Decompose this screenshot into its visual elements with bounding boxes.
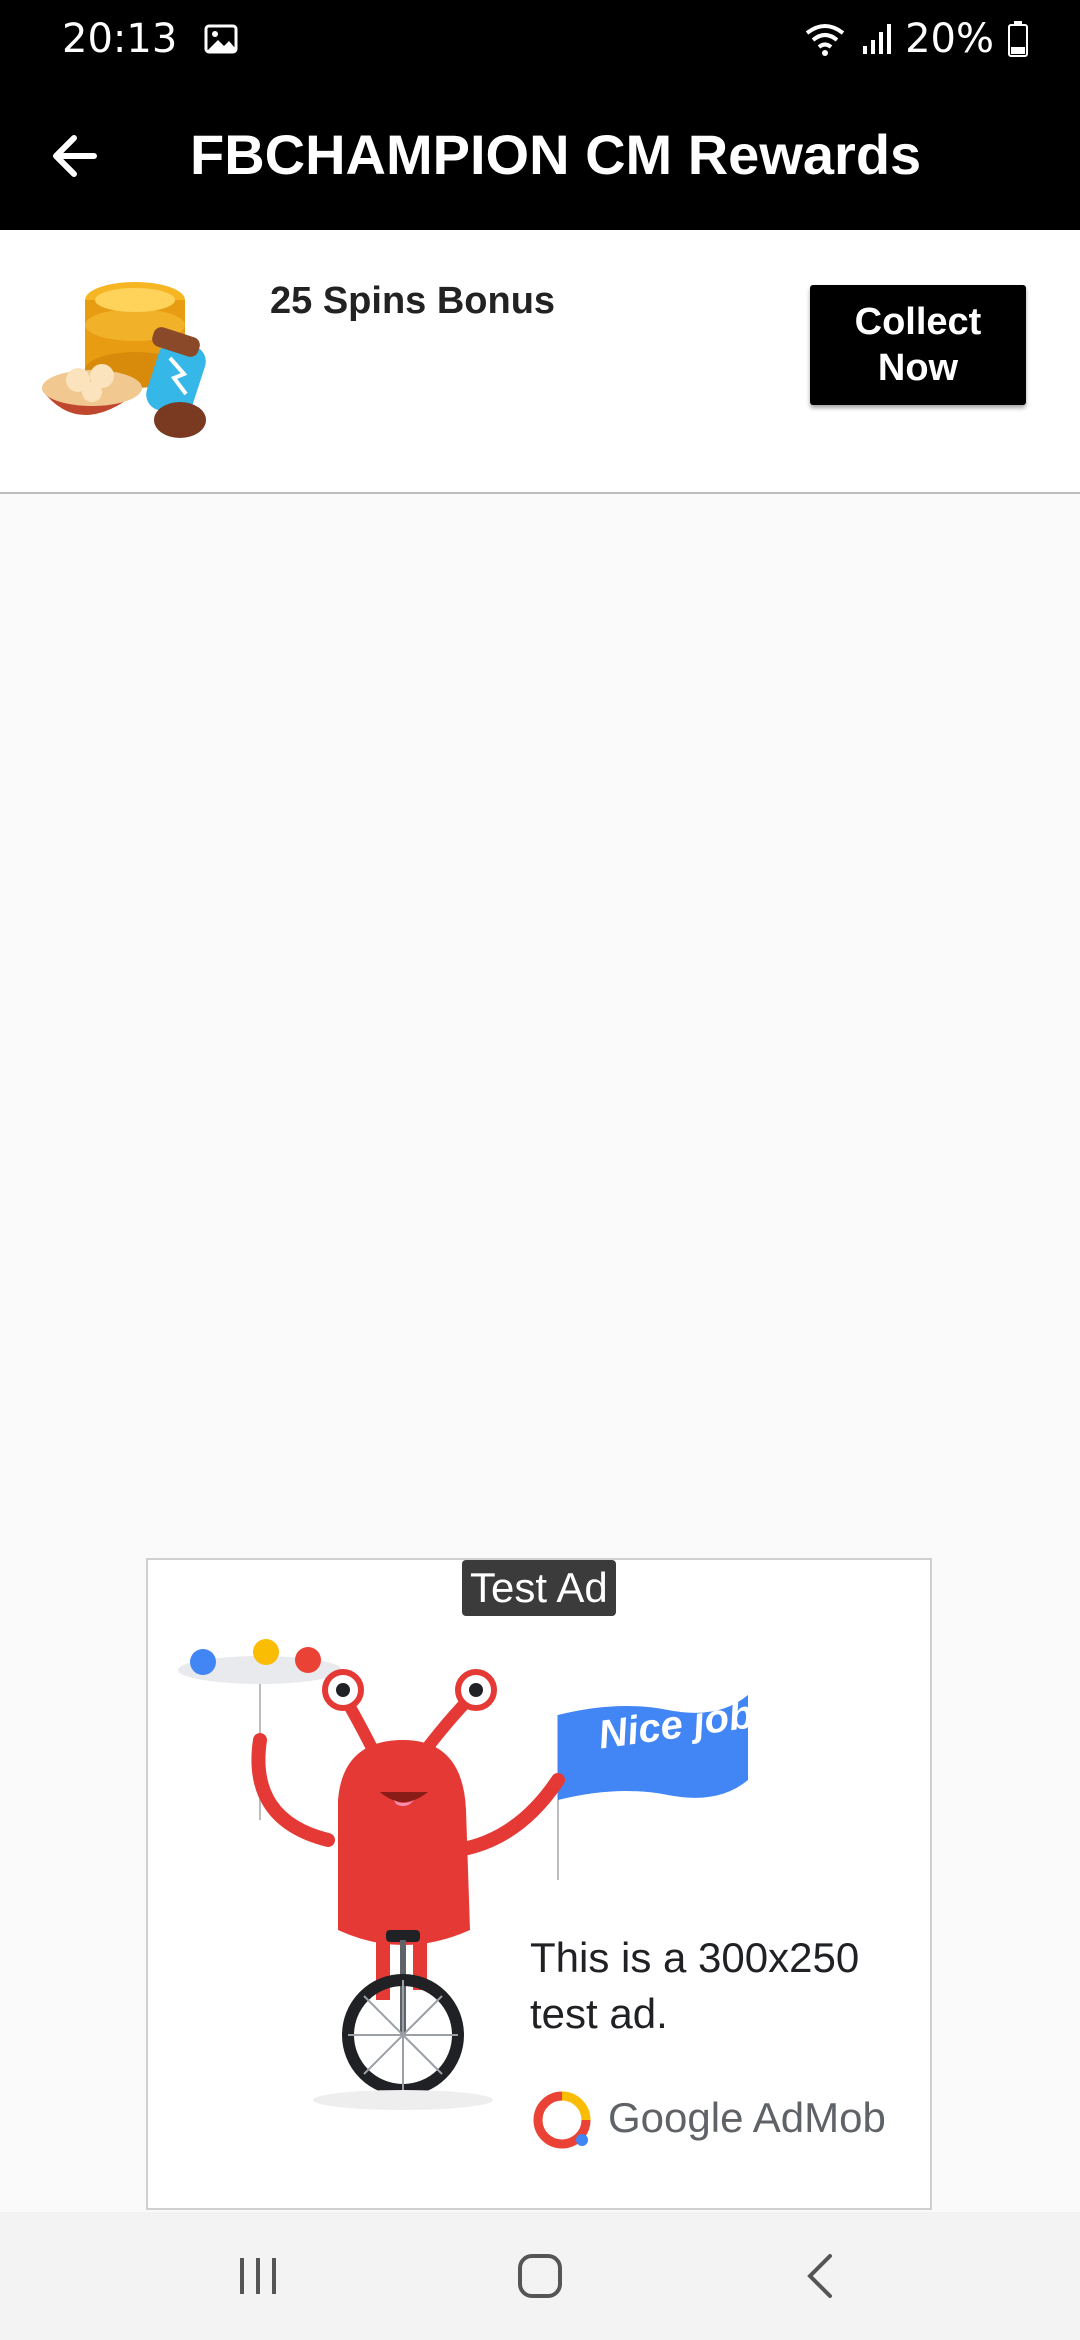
page-title: FBCHAMPION CM Rewards xyxy=(190,123,922,186)
gallery-icon xyxy=(204,24,238,54)
app-bar: FBCHAMPION CM Rewards xyxy=(0,84,1080,230)
wifi-icon xyxy=(805,24,845,56)
admob-logo-icon xyxy=(533,2091,591,2149)
back-nav-icon[interactable] xyxy=(790,2244,854,2308)
unicycle-monster-illustration xyxy=(178,1639,748,2110)
admob-brand: Google AdMob xyxy=(608,2094,886,2142)
system-nav-bar xyxy=(0,2212,1080,2340)
home-icon[interactable] xyxy=(508,2244,572,2308)
reward-title: 25 Spins Bonus xyxy=(270,280,556,322)
brand-admob: AdMob xyxy=(752,2094,886,2141)
status-time: 20:13 xyxy=(62,16,238,62)
collect-label-line1: Collect xyxy=(854,301,982,343)
status-right: 20% xyxy=(803,16,1028,62)
battery-icon xyxy=(1008,21,1028,57)
time-text: 20:13 xyxy=(62,16,178,62)
recents-icon[interactable] xyxy=(226,2244,290,2308)
brand-google: Google xyxy=(608,2094,744,2141)
reward-list-item: 25 Spins Bonus Collect Now xyxy=(0,230,1080,494)
ad-description: This is a 300x250 test ad. xyxy=(530,1930,910,2042)
signal-icon xyxy=(863,24,892,54)
ad-text-line2: test ad. xyxy=(530,1990,668,2037)
collect-now-button[interactable]: Collect Now xyxy=(810,285,1026,405)
back-arrow-icon[interactable] xyxy=(44,124,108,188)
test-ad-banner[interactable]: Nice job! Test Ad This is a 300x250 test… xyxy=(146,1558,932,2210)
status-bar: 20:13 20% xyxy=(0,0,1080,84)
coins-spins-icon xyxy=(42,282,206,438)
test-ad-badge: Test Ad xyxy=(462,1560,616,1616)
ad-text-line1: This is a 300x250 xyxy=(530,1934,860,1981)
battery-percent: 20% xyxy=(905,16,994,62)
collect-button-label: Collect Now xyxy=(855,299,982,391)
collect-label-line2: Now xyxy=(877,347,959,389)
